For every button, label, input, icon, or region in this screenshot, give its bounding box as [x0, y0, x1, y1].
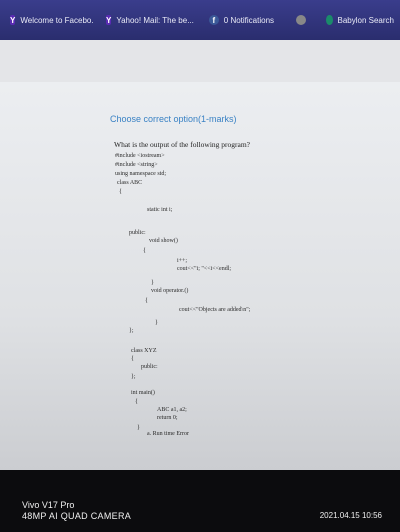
- code-line: public:: [129, 230, 146, 236]
- tab-yahoo-mail[interactable]: Y Yahoo! Mail: The be...: [100, 8, 197, 32]
- yahoo-icon: Y: [10, 15, 16, 25]
- code-line: #include <iostream>: [115, 153, 165, 159]
- tab-babylon-search[interactable]: Babylon Search: [320, 8, 400, 32]
- tab-globe[interactable]: [290, 8, 314, 32]
- code-line: ABC a1, a2;: [157, 407, 187, 413]
- code-line: cout<<"i; "<<i<<endl;: [177, 266, 232, 272]
- code-line: {: [143, 248, 146, 254]
- yahoo-mail-icon: Y: [106, 15, 112, 25]
- code-line: void show(): [149, 238, 178, 244]
- code-line: {: [119, 189, 122, 195]
- question-prompt: What is the output of the following prog…: [114, 140, 251, 149]
- code-line: #include <string>: [115, 162, 158, 168]
- tab-label: Babylon Search: [337, 15, 394, 25]
- browser-tab-bar: Y Welcome to Facebo... Y Yahoo! Mail: Th…: [0, 0, 400, 40]
- code-line: void operator.(): [151, 288, 189, 294]
- code-line: };: [129, 328, 134, 334]
- facebook-icon: f: [208, 15, 219, 25]
- babylon-icon: [326, 15, 333, 25]
- code-line: }: [155, 320, 158, 326]
- answer-option-a[interactable]: a. Run time Error: [147, 431, 189, 437]
- globe-icon: [296, 15, 307, 25]
- code-line: }: [151, 280, 154, 286]
- code-line: return 0;: [157, 415, 178, 421]
- camera-watermark-camera: 48MP AI QUAD CAMERA: [22, 511, 132, 521]
- code-line: class ABC: [117, 180, 143, 186]
- code-line: cout<<"Objects are added\n";: [179, 307, 251, 313]
- code-line: static int i;: [147, 207, 173, 213]
- code-line: {: [145, 298, 148, 304]
- tab-label: Yahoo! Mail: The be...: [116, 15, 194, 25]
- code-line: }: [137, 425, 140, 431]
- code-line: using namespace std;: [115, 171, 166, 177]
- code-block: #include <iostream> #include <string> us…: [115, 150, 315, 450]
- camera-watermark-datetime: 2021.04.15 10:56: [319, 511, 382, 520]
- tab-label: Welcome to Facebo...: [20, 15, 94, 25]
- code-line: int main(): [131, 390, 155, 396]
- tab-notifications[interactable]: f 0 Notifications: [203, 8, 285, 32]
- browser-toolbar: [0, 40, 400, 83]
- code-line: i++;: [177, 258, 188, 264]
- code-line: class XYZ: [131, 348, 157, 354]
- camera-watermark-device: Vivo V17 Pro: [22, 500, 75, 510]
- code-line: public:: [141, 364, 158, 370]
- tab-label: 0 Notifications: [223, 15, 275, 25]
- code-line: };: [131, 374, 136, 380]
- code-line: {: [131, 356, 134, 362]
- question-heading: Choose correct option(1-marks): [110, 114, 237, 124]
- code-line: {: [135, 399, 138, 405]
- tab-facebook-welcome[interactable]: Y Welcome to Facebo...: [4, 8, 94, 32]
